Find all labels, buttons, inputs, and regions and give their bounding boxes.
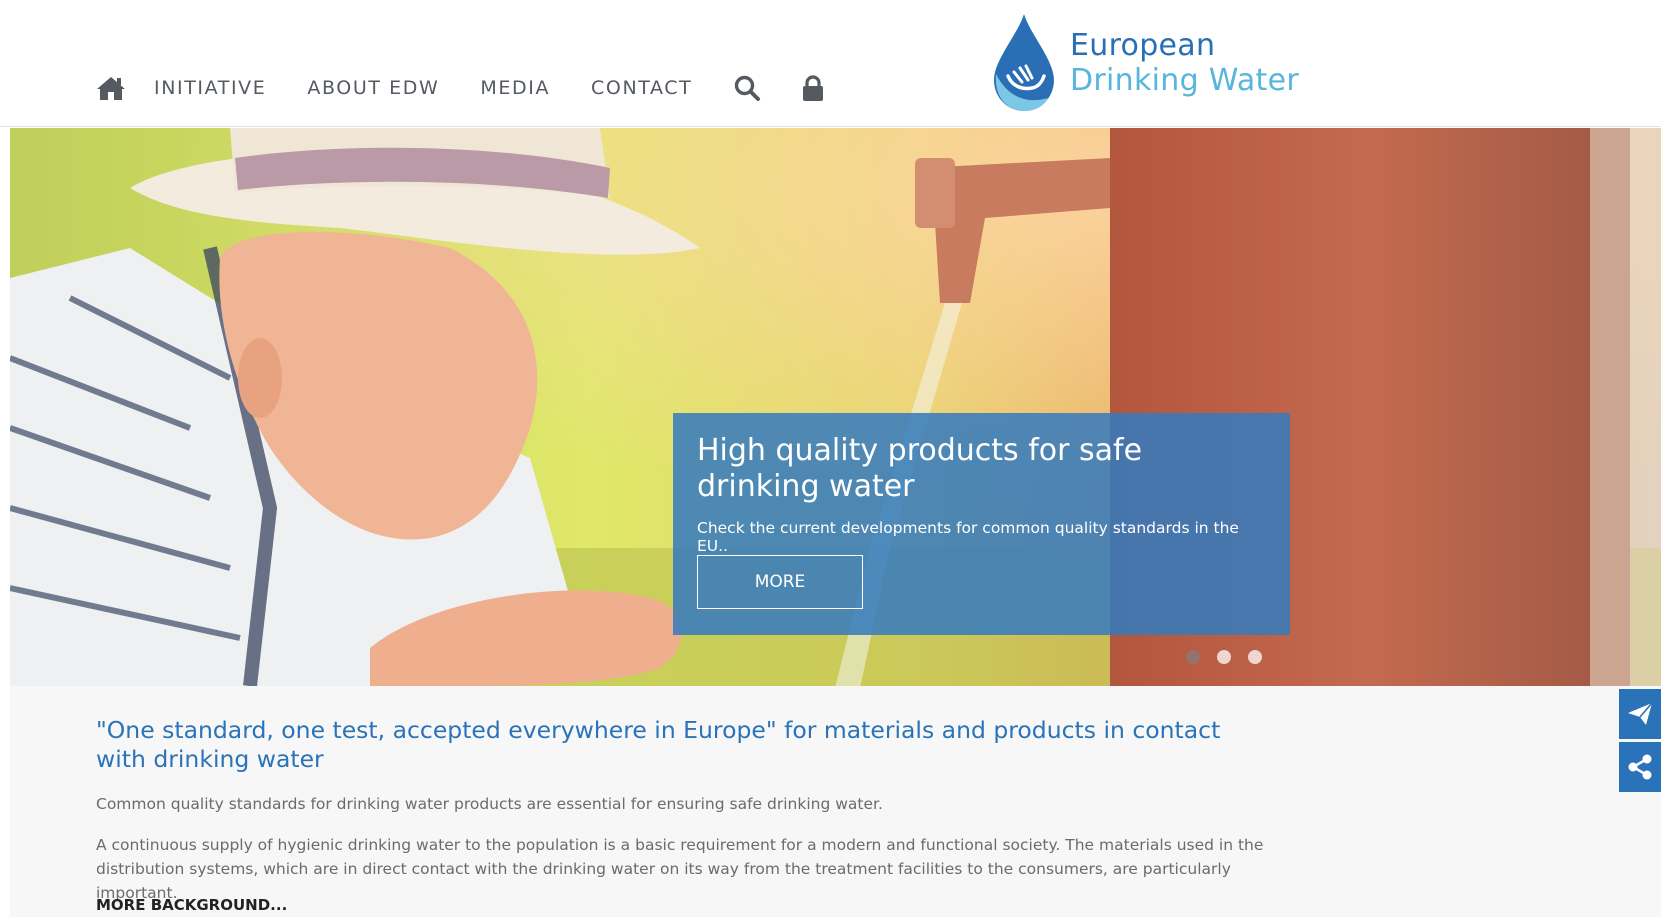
slider-dot-1[interactable] [1186, 650, 1200, 664]
more-background-link[interactable]: MORE BACKGROUND... [96, 896, 287, 914]
slider-dot-2[interactable] [1217, 650, 1231, 664]
send-button[interactable] [1619, 689, 1661, 739]
intro-paragraph-1: Common quality standards for drinking wa… [96, 795, 883, 813]
water-drop-logo-icon [994, 14, 1054, 111]
hero-subtitle: Check the current developments for commo… [697, 519, 1239, 555]
logo-line-2: Drinking Water [1070, 62, 1299, 98]
slider-dot-3[interactable] [1248, 650, 1262, 664]
intro-section: "One standard, one test, accepted everyw… [10, 686, 1661, 917]
logo-line-1: European [1070, 27, 1216, 63]
intro-heading: "One standard, one test, accepted everyw… [96, 716, 1221, 773]
home-icon[interactable] [96, 75, 126, 101]
site-logo[interactable]: European Drinking Water [988, 12, 1299, 113]
hero-title: High quality products for safe drinking … [697, 433, 1143, 504]
hero-caption: High quality products for safe drinking … [673, 413, 1290, 635]
intro-paragraph-2: A continuous supply of hygienic drinking… [96, 836, 1264, 902]
site-header: INITIATIVE ABOUT EDW MEDIA CONTACT Europ… [0, 0, 1661, 127]
nav-item-about-edw[interactable]: ABOUT EDW [307, 77, 439, 99]
main-nav: INITIATIVE ABOUT EDW MEDIA CONTACT [96, 68, 827, 108]
lock-icon[interactable] [799, 74, 827, 102]
slider-dots [1186, 650, 1279, 664]
nav-item-contact[interactable]: CONTACT [591, 77, 692, 99]
nav-item-initiative[interactable]: INITIATIVE [154, 77, 266, 99]
share-button[interactable] [1619, 742, 1661, 792]
nav-item-media[interactable]: MEDIA [480, 77, 550, 99]
hero-more-button[interactable]: MORE [697, 555, 863, 609]
logo-text: European Drinking Water [1070, 28, 1299, 98]
send-icon [1628, 702, 1653, 725]
hero-slider: High quality products for safe drinking … [10, 128, 1661, 686]
share-icon [1628, 754, 1652, 780]
search-icon[interactable] [733, 74, 761, 102]
